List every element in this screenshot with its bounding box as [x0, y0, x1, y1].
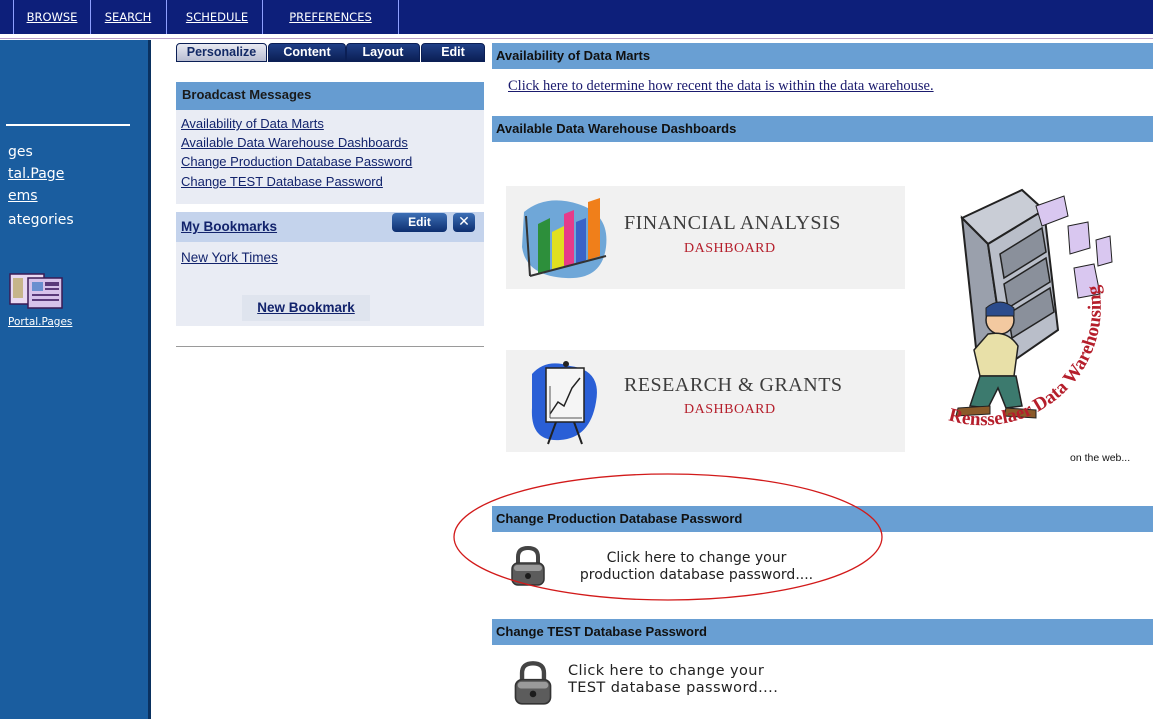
portal-pages-icon[interactable]	[8, 272, 64, 310]
close-icon[interactable]: ✕	[453, 213, 475, 232]
tab-layout[interactable]: Layout	[346, 43, 420, 62]
nav-divider	[0, 34, 1153, 39]
nav-tab-browse[interactable]: BROWSE	[13, 0, 91, 34]
broadcast-link-prod-password[interactable]: Change Production Database Password	[181, 154, 412, 169]
nav-tab-preferences[interactable]: PREFERENCES	[263, 0, 399, 34]
research-title: RESEARCH & GRANTS	[624, 374, 843, 396]
left-sidebar: ges tal.Page ems ategories Portal.Pages	[0, 40, 148, 719]
research-dashboard-card[interactable]: RESEARCH & GRANTS DASHBOARD	[506, 350, 905, 452]
personalize-tabs: Personalize Content Layout Edit	[176, 40, 485, 62]
sidebar-divider	[6, 124, 130, 126]
portal-pages-label[interactable]: Portal.Pages	[8, 316, 72, 328]
financial-subtitle: DASHBOARD	[684, 241, 776, 256]
top-navigation-bar: BROWSE SEARCH SCHEDULE PREFERENCES	[0, 0, 1153, 34]
bookmarks-edit-button[interactable]: Edit	[392, 213, 447, 232]
broadcast-link-data-marts[interactable]: Availability of Data Marts	[181, 116, 324, 131]
logo-caption: on the web...	[1070, 452, 1131, 464]
broadcast-title: Broadcast Messages	[182, 87, 312, 102]
sidebar-item-portal-page[interactable]: tal.Page	[8, 166, 64, 182]
lock-icon-test[interactable]	[510, 660, 556, 706]
rensselaer-data-warehousing-logo: Rensselaer Data Warehousing	[947, 188, 1113, 430]
broadcast-header: Broadcast Messages	[176, 82, 484, 110]
financial-dashboard-card[interactable]: FINANCIAL ANALYSIS DASHBOARD	[506, 186, 905, 289]
bar-chart-icon	[522, 198, 607, 279]
bookmarks-title[interactable]: My Bookmarks	[181, 219, 277, 234]
nav-tab-search[interactable]: SEARCH	[90, 0, 167, 34]
datamarts-header: Availability of Data Marts	[492, 43, 1153, 69]
broadcast-link-test-password[interactable]: Change TEST Database Password	[181, 174, 383, 189]
new-bookmark-button[interactable]: New Bookmark	[242, 295, 370, 321]
dashboards-header: Available Data Warehouse Dashboards	[492, 116, 1153, 142]
research-subtitle: DASHBOARD	[684, 402, 776, 417]
middle-divider	[176, 346, 484, 347]
datamarts-link[interactable]: Click here to determine how recent the d…	[508, 78, 934, 95]
nav-tab-schedule[interactable]: SCHEDULE	[172, 0, 263, 34]
sidebar-item-pages[interactable]: ges	[8, 144, 33, 160]
test-password-header: Change TEST Database Password	[492, 619, 1153, 645]
test-password-line-1: Click here to change your	[568, 663, 765, 679]
bookmark-item[interactable]: New York Times	[181, 250, 278, 265]
easel-chart-icon	[531, 361, 597, 445]
sidebar-edge	[148, 40, 151, 719]
tab-content[interactable]: Content	[268, 43, 346, 62]
red-ellipse-annotation	[453, 473, 883, 601]
tab-personalize[interactable]: Personalize	[176, 43, 267, 62]
financial-title: FINANCIAL ANALYSIS	[624, 212, 841, 234]
broadcast-link-dashboards[interactable]: Available Data Warehouse Dashboards	[181, 135, 408, 150]
test-password-line-2: TEST database password....	[568, 680, 779, 696]
test-password-link[interactable]: Click here to change your TEST database …	[568, 663, 868, 697]
sidebar-item-categories[interactable]: ategories	[8, 212, 74, 228]
sidebar-item-items[interactable]: ems	[8, 188, 38, 204]
tab-edit[interactable]: Edit	[421, 43, 485, 62]
